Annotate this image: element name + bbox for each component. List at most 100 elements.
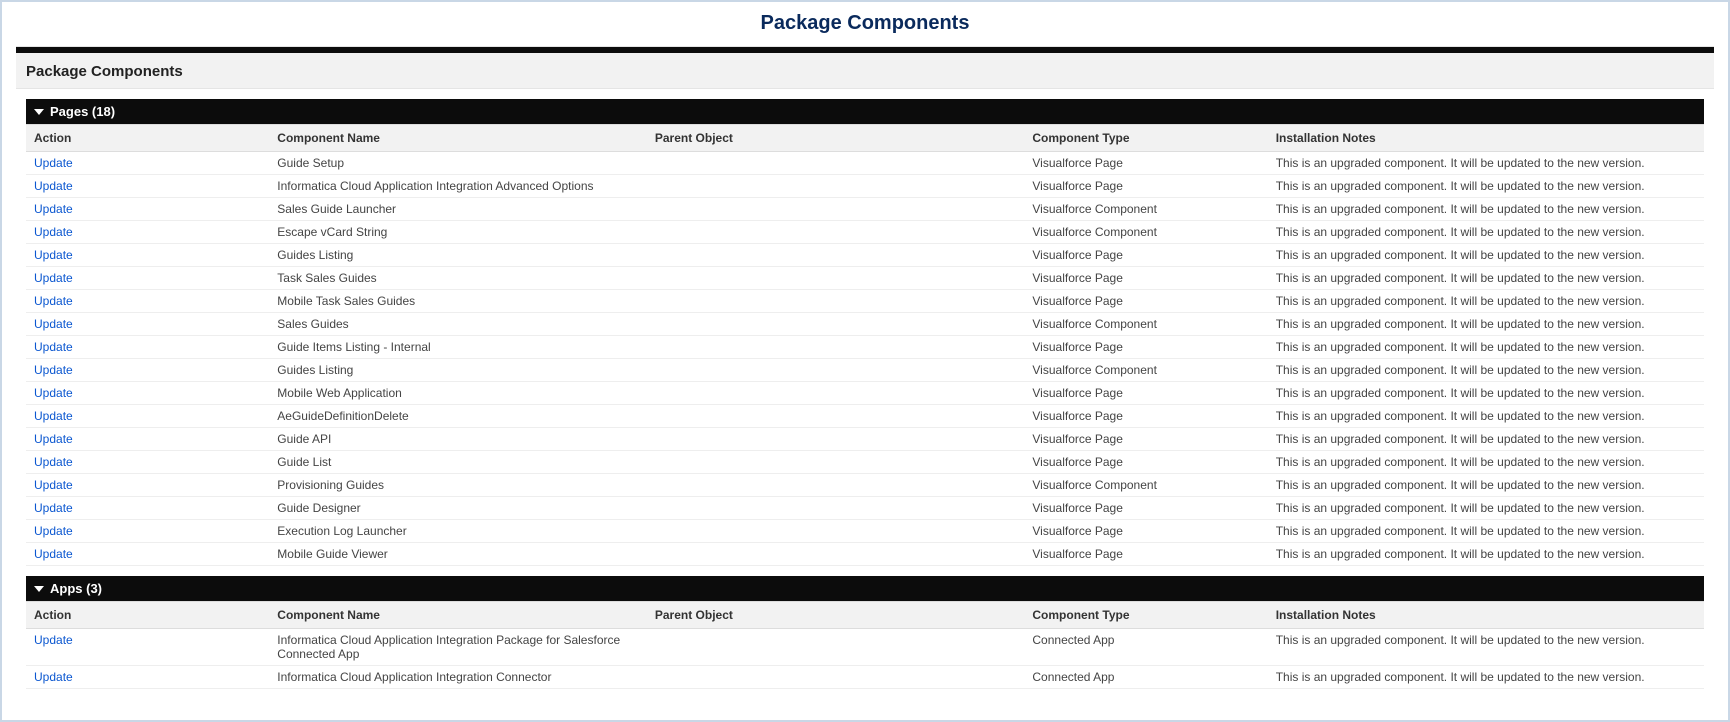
action-cell: Update bbox=[26, 152, 269, 175]
installation-notes-cell: This is an upgraded component. It will b… bbox=[1268, 543, 1704, 566]
component-name-cell: Informatica Cloud Application Integratio… bbox=[269, 629, 647, 666]
update-link[interactable]: Update bbox=[34, 340, 73, 354]
update-link[interactable]: Update bbox=[34, 317, 73, 331]
component-type-header: Component Type bbox=[1024, 125, 1267, 152]
table-row: Update Informatica Cloud Application Inte… bbox=[26, 629, 1704, 666]
component-name-cell: Provisioning Guides bbox=[269, 474, 647, 497]
update-link[interactable]: Update bbox=[34, 363, 73, 377]
table-row: UpdateAeGuideDefinitionDeleteVisualforce… bbox=[26, 405, 1704, 428]
action-cell: Update bbox=[26, 629, 269, 666]
component-name-cell: Guides Listing bbox=[269, 244, 647, 267]
parent-object-cell bbox=[647, 428, 1025, 451]
installation-notes-cell: This is an upgraded component. It will b… bbox=[1268, 474, 1704, 497]
table-row: UpdateMobile Task Sales GuidesVisualforc… bbox=[26, 290, 1704, 313]
table-row: Update Guide API Visualforce PageThis is a… bbox=[26, 428, 1704, 451]
installation-notes-cell: This is an upgraded component. It will b… bbox=[1268, 290, 1704, 313]
parent-object-cell bbox=[647, 221, 1025, 244]
action-header: Action bbox=[26, 602, 269, 629]
parent-object-cell bbox=[647, 405, 1025, 428]
parent-object-cell bbox=[647, 267, 1025, 290]
component-name-header: Component Name bbox=[269, 602, 647, 629]
parent-object-cell bbox=[647, 290, 1025, 313]
update-link[interactable]: Update bbox=[34, 294, 73, 308]
parent-object-cell bbox=[647, 359, 1025, 382]
action-cell: Update bbox=[26, 336, 269, 359]
action-cell: Update bbox=[26, 451, 269, 474]
component-type-cell: Connected App bbox=[1024, 629, 1267, 666]
installation-notes-header: Installation Notes bbox=[1268, 602, 1704, 629]
update-link[interactable]: Update bbox=[34, 455, 73, 469]
update-link[interactable]: Update bbox=[34, 670, 73, 684]
page-title: Package Components bbox=[2, 2, 1728, 47]
parent-object-cell bbox=[647, 543, 1025, 566]
action-cell: Update bbox=[26, 382, 269, 405]
component-name-cell: AeGuideDefinitionDelete bbox=[269, 405, 647, 428]
update-link[interactable]: Update bbox=[34, 432, 73, 446]
installation-notes-cell: This is an upgraded component. It will b… bbox=[1268, 221, 1704, 244]
update-link[interactable]: Update bbox=[34, 633, 73, 647]
parent-object-cell bbox=[647, 520, 1025, 543]
action-cell: Update bbox=[26, 497, 269, 520]
components-table: ActionComponent NameParent ObjectCompone… bbox=[26, 124, 1704, 566]
table-row: UpdateSales GuidesVisualforce ComponentT… bbox=[26, 313, 1704, 336]
content-scroll-area[interactable]: Package Components Pages (18)ActionCompo… bbox=[16, 46, 1714, 712]
update-link[interactable]: Update bbox=[34, 202, 73, 216]
installation-notes-cell: This is an upgraded component. It will b… bbox=[1268, 313, 1704, 336]
component-name-cell: Mobile Web Application bbox=[269, 382, 647, 405]
parent-object-cell bbox=[647, 313, 1025, 336]
parent-object-cell bbox=[647, 382, 1025, 405]
installation-notes-cell: This is an upgraded component. It will b… bbox=[1268, 629, 1704, 666]
table-row: UpdateGuides ListingVisualforce PageThis… bbox=[26, 244, 1704, 267]
table-row: UpdateInformatica Cloud Application Inte… bbox=[26, 175, 1704, 198]
action-cell: Update bbox=[26, 474, 269, 497]
parent-object-cell bbox=[647, 666, 1025, 689]
component-type-header: Component Type bbox=[1024, 602, 1267, 629]
component-type-cell: Visualforce Page bbox=[1024, 336, 1267, 359]
update-link[interactable]: Update bbox=[34, 478, 73, 492]
table-row: UpdateGuide SetupVisualforce PageThis is… bbox=[26, 152, 1704, 175]
installation-notes-cell: This is an upgraded component. It will b… bbox=[1268, 520, 1704, 543]
parent-object-cell bbox=[647, 497, 1025, 520]
installation-notes-cell: This is an upgraded component. It will b… bbox=[1268, 451, 1704, 474]
update-link[interactable]: Update bbox=[34, 547, 73, 561]
table-row: Update Informatica Cloud Application Inte… bbox=[26, 666, 1704, 689]
component-type-cell: Visualforce Page bbox=[1024, 520, 1267, 543]
action-cell: Update bbox=[26, 198, 269, 221]
installation-notes-cell: This is an upgraded component. It will b… bbox=[1268, 175, 1704, 198]
component-name-cell: Escape vCard String bbox=[269, 221, 647, 244]
component-type-cell: Visualforce Component bbox=[1024, 313, 1267, 336]
section-header[interactable]: Pages (18) bbox=[26, 99, 1704, 124]
action-cell: Update bbox=[26, 666, 269, 689]
update-link[interactable]: Update bbox=[34, 156, 73, 170]
installation-notes-cell: This is an upgraded component. It will b… bbox=[1268, 428, 1704, 451]
component-name-cell: Mobile Guide Viewer bbox=[269, 543, 647, 566]
update-link[interactable]: Update bbox=[34, 271, 73, 285]
outer-frame: Package Components Package Components Pa… bbox=[0, 0, 1730, 722]
component-type-cell: Visualforce Page bbox=[1024, 382, 1267, 405]
component-type-cell: Visualforce Page bbox=[1024, 428, 1267, 451]
update-link[interactable]: Update bbox=[34, 409, 73, 423]
panel-header: Package Components bbox=[16, 53, 1714, 89]
component-name-cell: Guide API bbox=[269, 428, 647, 451]
component-type-cell: Connected App bbox=[1024, 666, 1267, 689]
action-cell: Update bbox=[26, 428, 269, 451]
update-link[interactable]: Update bbox=[34, 524, 73, 538]
update-link[interactable]: Update bbox=[34, 179, 73, 193]
parent-object-cell bbox=[647, 198, 1025, 221]
installation-notes-cell: This is an upgraded component. It will b… bbox=[1268, 244, 1704, 267]
update-link[interactable]: Update bbox=[34, 248, 73, 262]
component-type-cell: Visualforce Page bbox=[1024, 152, 1267, 175]
update-link[interactable]: Update bbox=[34, 386, 73, 400]
update-link[interactable]: Update bbox=[34, 501, 73, 515]
table-row: UpdateTask Sales GuidesVisualforce PageT… bbox=[26, 267, 1704, 290]
installation-notes-cell: This is an upgraded component. It will b… bbox=[1268, 267, 1704, 290]
action-cell: Update bbox=[26, 175, 269, 198]
parent-object-cell bbox=[647, 175, 1025, 198]
component-name-cell: Informatica Cloud Application Integratio… bbox=[269, 666, 647, 689]
component-type-cell: Visualforce Component bbox=[1024, 359, 1267, 382]
component-name-cell: Guide Items Listing - Internal bbox=[269, 336, 647, 359]
component-name-cell: Sales Guide Launcher bbox=[269, 198, 647, 221]
section-header[interactable]: Apps (3) bbox=[26, 576, 1704, 601]
update-link[interactable]: Update bbox=[34, 225, 73, 239]
component-type-cell: Visualforce Page bbox=[1024, 267, 1267, 290]
